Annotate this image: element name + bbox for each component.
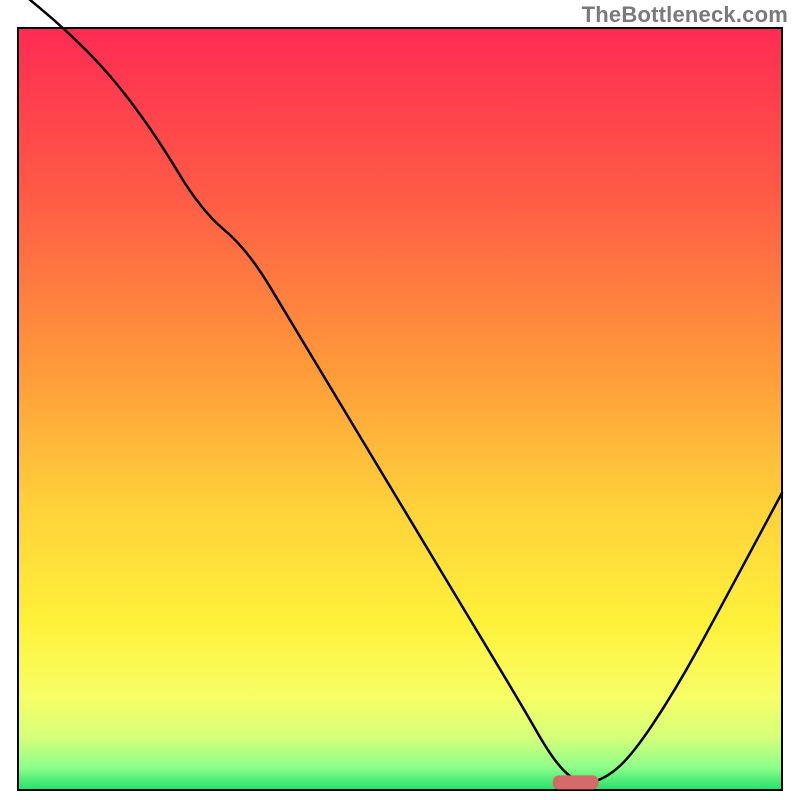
chart-svg bbox=[0, 0, 800, 800]
chart-stage: TheBottleneck.com bbox=[0, 0, 800, 800]
plot-background bbox=[18, 28, 782, 790]
optimum-marker bbox=[553, 775, 599, 789]
